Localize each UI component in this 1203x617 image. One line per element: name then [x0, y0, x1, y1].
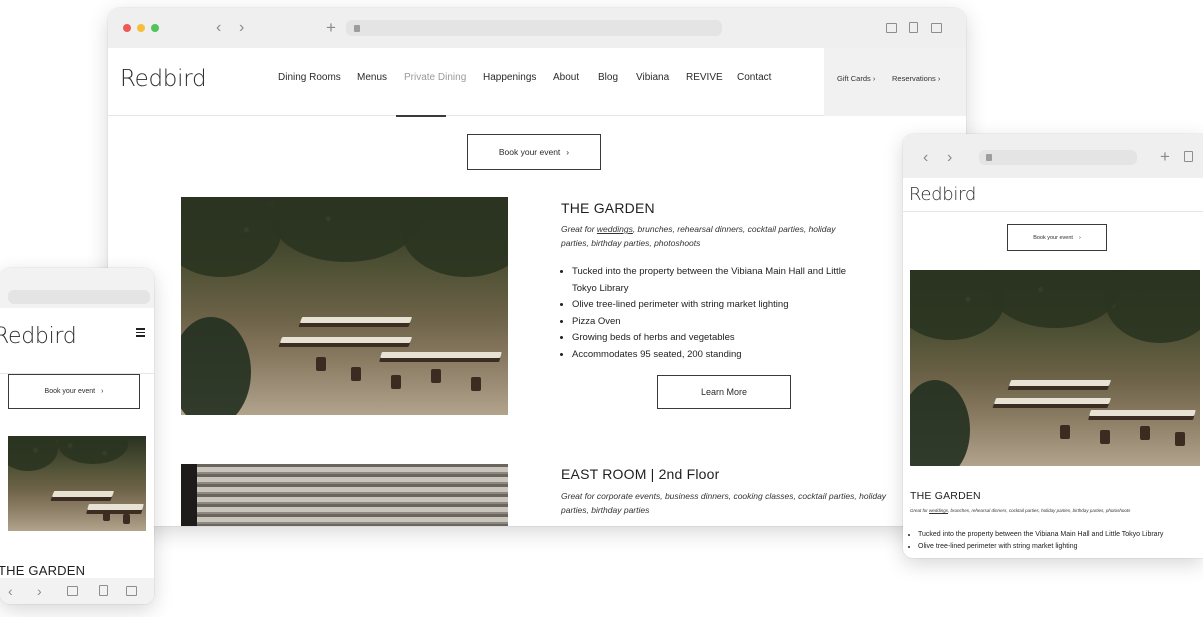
list-item: Tucked into the property between the Vib… — [918, 529, 1203, 541]
chevron-right-icon: › — [872, 74, 876, 83]
east-room-intro: Great for corporate events, business din… — [561, 491, 887, 515]
garden-photo — [181, 197, 508, 415]
list-item: Olive tree-lined perimeter with string m… — [572, 297, 870, 314]
list-item: Pizza Oven — [572, 314, 870, 331]
new-tab-plus-icon[interactable]: + — [1160, 148, 1170, 165]
list-item: Olive tree-lined perimeter with string m… — [918, 541, 1203, 553]
desktop-browser-window: ‹ › + Redbird Dining Rooms Menus Private… — [108, 8, 966, 526]
close-window-dot[interactable] — [123, 24, 131, 32]
active-nav-underline — [396, 115, 446, 117]
tablet-garden-photo — [910, 270, 1200, 466]
maximize-window-dot[interactable] — [151, 24, 159, 32]
mobile-book-event-button[interactable]: Book your event › — [8, 374, 140, 409]
learn-more-label: Learn More — [700, 387, 748, 397]
tablet-garden-intro: Great for weddings, brunches, rehearsal … — [910, 507, 1203, 515]
list-item: Accommodates 95 seated, 200 standing — [572, 347, 870, 364]
tablet-section-title: THE GARDEN — [910, 490, 981, 502]
tablet-book-event-button[interactable]: Book your event › — [1007, 224, 1107, 251]
list-item: Tucked into the property between the Vib… — [572, 264, 870, 297]
site-header: Redbird Dining Rooms Menus Private Dinin… — [108, 48, 966, 117]
minimize-window-dot[interactable] — [137, 24, 145, 32]
mobile-address-bar[interactable] — [8, 290, 150, 304]
nav-link-revive[interactable]: REVIVE — [686, 72, 723, 83]
tablet-intro-prefix: Great for — [910, 508, 930, 513]
nav-link-dining-rooms[interactable]: Dining Rooms — [278, 72, 341, 83]
mobile-phone-frame: Redbird Book your event › THE GARDEN ‹ › — [0, 268, 154, 604]
tabs-overview-icon[interactable] — [126, 586, 137, 596]
reservations-link[interactable]: Reservations › — [892, 74, 940, 83]
nav-link-about[interactable]: About — [553, 72, 579, 83]
mobile-site-logo[interactable]: Redbird — [0, 324, 77, 349]
tablet-site-header: Redbird — [903, 178, 1203, 212]
nav-link-happenings[interactable]: Happenings — [483, 72, 536, 83]
new-tab-plus-icon[interactable]: + — [326, 19, 336, 36]
tablet-frame: ‹ › + Redbird Book your event › THE GARD… — [903, 134, 1203, 558]
nav-link-blog[interactable]: Blog — [598, 72, 618, 83]
hamburger-menu-icon[interactable] — [136, 328, 145, 339]
nav-link-vibiana[interactable]: Vibiana — [636, 72, 669, 83]
tabs-overview-icon[interactable] — [931, 23, 942, 33]
book-event-label: Book your event — [498, 147, 561, 157]
garden-intro: Great for weddings, brunches, rehearsal … — [561, 222, 861, 250]
gift-cards-label: Gift Cards — [837, 74, 871, 83]
desktop-browser-toolbar: ‹ › + — [108, 8, 966, 48]
reservations-label: Reservations — [892, 74, 936, 83]
forward-arrow-icon[interactable]: › — [947, 150, 952, 166]
mobile-garden-photo — [8, 436, 146, 531]
nav-link-contact[interactable]: Contact — [737, 72, 771, 83]
back-arrow-icon[interactable]: ‹ — [8, 583, 13, 599]
weddings-link[interactable]: weddings — [597, 224, 633, 234]
mobile-book-event-label: Book your event — [44, 388, 96, 395]
tablet-address-bar[interactable] — [979, 150, 1137, 165]
mobile-status-bar — [0, 268, 154, 308]
tablet-feature-list: Tucked into the property between the Vib… — [909, 529, 1203, 553]
book-event-button[interactable]: Book your event › — [467, 134, 601, 170]
reader-book-icon[interactable] — [886, 23, 897, 33]
share-icon[interactable] — [909, 22, 918, 33]
forward-arrow-icon[interactable]: › — [239, 20, 244, 36]
garden-intro-prefix: Great for — [561, 224, 597, 234]
site-logo[interactable]: Redbird — [120, 66, 207, 92]
mobile-site-header: Redbird — [0, 308, 154, 374]
tablet-weddings-link[interactable]: weddings — [929, 508, 948, 513]
nav-link-private-dining[interactable]: Private Dining — [404, 72, 466, 83]
reader-book-icon[interactable] — [67, 586, 78, 596]
header-actions: Gift Cards › Reservations › — [824, 48, 966, 116]
chevron-right-icon: › — [1078, 234, 1081, 241]
forward-arrow-icon[interactable]: › — [37, 583, 42, 599]
nav-link-menus[interactable]: Menus — [357, 72, 387, 83]
mobile-section-title: THE GARDEN — [0, 563, 86, 578]
east-room-title: EAST ROOM | 2nd Floor — [561, 466, 720, 482]
list-item: Growing beds of herbs and vegetables — [572, 330, 870, 347]
share-icon[interactable] — [1184, 151, 1193, 162]
chevron-right-icon: › — [566, 147, 570, 157]
address-bar[interactable] — [346, 20, 722, 36]
east-room-photo — [181, 464, 508, 526]
mobile-bottom-toolbar: ‹ › — [0, 578, 154, 604]
share-icon[interactable] — [99, 585, 108, 596]
tablet-toolbar: ‹ › + — [903, 134, 1203, 178]
tablet-site-logo[interactable]: Redbird — [909, 184, 976, 205]
tablet-book-event-label: Book your event — [1033, 234, 1073, 241]
lock-icon — [986, 154, 992, 161]
lock-icon — [354, 25, 360, 32]
garden-title: THE GARDEN — [561, 200, 655, 216]
tablet-intro-rest: , brunches, rehearsal dinners, cocktail … — [948, 508, 1131, 513]
chevron-right-icon: › — [937, 74, 941, 83]
chevron-right-icon: › — [101, 388, 104, 395]
back-arrow-icon[interactable]: ‹ — [923, 150, 928, 166]
gift-cards-link[interactable]: Gift Cards › — [837, 74, 875, 83]
learn-more-button[interactable]: Learn More — [657, 375, 791, 409]
back-arrow-icon[interactable]: ‹ — [216, 20, 221, 36]
garden-feature-list: Tucked into the property between the Vib… — [560, 264, 870, 364]
